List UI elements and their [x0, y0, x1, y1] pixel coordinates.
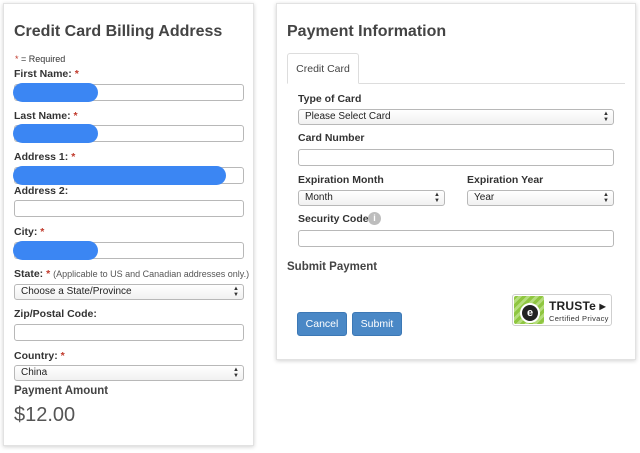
country-required: * — [60, 350, 65, 362]
required-note: * = Required — [15, 54, 65, 64]
truste-brand: TRUSTe ▶ — [549, 299, 606, 313]
zip-label: Zip/Postal Code: — [14, 308, 97, 320]
address2-label: Address 2: — [14, 185, 69, 197]
arrow-down-glyph: ▼ — [603, 117, 609, 123]
address1-redaction — [13, 166, 226, 185]
updown-arrows-icon: ▲ ▼ — [603, 192, 609, 204]
state-required: * — [46, 268, 51, 280]
city-label: City: * — [14, 226, 44, 238]
arrow-down-glyph: ▼ — [233, 292, 239, 298]
first-name-required: * — [74, 68, 79, 80]
updown-arrows-icon: ▲ ▼ — [233, 367, 239, 379]
truste-brand-text: TRUSTe — [549, 299, 596, 313]
truste-subtitle: Certified Privacy — [549, 314, 609, 323]
payment-title: Payment Information — [287, 23, 447, 40]
security-code-input[interactable] — [298, 230, 614, 247]
billing-title: Credit Card Billing Address — [14, 23, 223, 40]
city-label-text: City: — [14, 226, 38, 238]
truste-play-glyph: ▶ — [599, 302, 606, 311]
updown-arrows-icon: ▲ ▼ — [603, 111, 609, 123]
address2-input[interactable] — [14, 200, 244, 217]
tab-credit-card[interactable]: Credit Card — [287, 53, 359, 84]
state-select-value: Choose a State/Province — [21, 286, 132, 297]
truste-seal-icon[interactable]: e TRUSTe ▶ Certified Privacy — [512, 294, 612, 326]
last-name-redaction — [13, 124, 98, 143]
first-name-redaction — [13, 83, 98, 102]
expiration-month-select[interactable]: Month ▲ ▼ — [298, 190, 445, 206]
arrow-down-glyph: ▼ — [434, 198, 440, 204]
country-select[interactable]: China ▲ ▼ — [14, 365, 244, 381]
address1-label-text: Address 1: — [14, 151, 69, 163]
card-number-input[interactable] — [298, 149, 614, 166]
payment-amount-label: Payment Amount — [14, 385, 109, 397]
submit-payment-heading: Submit Payment — [287, 261, 378, 273]
info-icon[interactable]: i — [368, 212, 381, 225]
city-redaction — [13, 241, 98, 260]
expiration-month-value: Month — [305, 192, 333, 203]
payment-amount: $12.00 — [14, 404, 76, 426]
expiration-month-label: Expiration Month — [298, 174, 384, 186]
required-star: * — [15, 54, 19, 64]
arrow-down-glyph: ▼ — [233, 373, 239, 379]
address1-required: * — [71, 151, 76, 163]
type-of-card-label: Type of Card — [298, 93, 362, 105]
arrow-down-glyph: ▼ — [603, 198, 609, 204]
billing-panel: Credit Card Billing Address * = Required… — [3, 3, 254, 446]
updown-arrows-icon: ▲ ▼ — [434, 192, 440, 204]
type-of-card-value: Please Select Card — [305, 111, 391, 122]
submit-button[interactable]: Submit — [352, 312, 402, 336]
expiration-year-label: Expiration Year — [467, 174, 544, 186]
expiration-year-value: Year — [474, 192, 495, 203]
card-number-label: Card Number — [298, 132, 365, 144]
first-name-label: First Name: * — [14, 68, 79, 80]
last-name-label-text: Last Name: — [14, 110, 71, 122]
cancel-button[interactable]: Cancel — [297, 312, 347, 336]
last-name-required: * — [73, 110, 78, 122]
state-select[interactable]: Choose a State/Province ▲ ▼ — [14, 284, 244, 300]
state-note: (Applicable to US and Canadian addresses… — [53, 269, 250, 279]
last-name-label: Last Name: * — [14, 110, 78, 122]
security-code-label: Security Code — [298, 213, 369, 225]
country-select-value: China — [21, 367, 48, 378]
zip-input[interactable] — [14, 324, 244, 341]
city-required: * — [40, 226, 45, 238]
type-of-card-select[interactable]: Please Select Card ▲ ▼ — [298, 109, 614, 125]
required-note-text: = Required — [21, 54, 66, 64]
first-name-label-text: First Name: — [14, 68, 72, 80]
country-label: Country: * — [14, 350, 65, 362]
state-label: State: * (Applicable to US and Canadian … — [14, 268, 249, 280]
state-label-text: State: — [14, 268, 44, 280]
address1-label: Address 1: * — [14, 151, 75, 163]
updown-arrows-icon: ▲ ▼ — [233, 286, 239, 298]
truste-e-icon: e — [520, 303, 540, 323]
country-label-text: Country: — [14, 350, 58, 362]
expiration-year-select[interactable]: Year ▲ ▼ — [467, 190, 614, 206]
